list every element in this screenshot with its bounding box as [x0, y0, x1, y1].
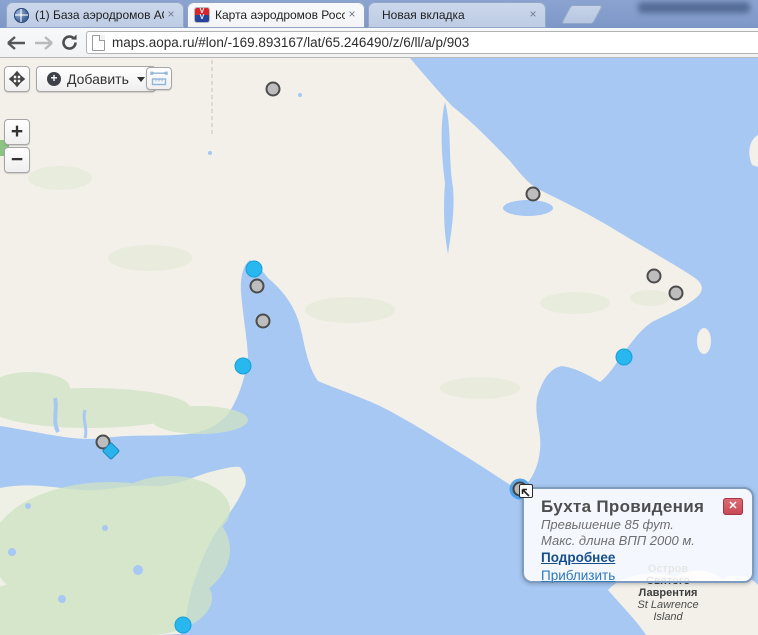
back-button[interactable] [4, 31, 30, 55]
small-island [697, 328, 711, 354]
map-marker-gray[interactable] [647, 269, 662, 284]
globe-favicon-icon [14, 8, 29, 23]
popup-title: Бухта Провидения [541, 497, 740, 517]
map-marker-gray[interactable] [250, 279, 265, 294]
tab-label: Новая вкладка [382, 8, 526, 22]
aopa-shield-favicon-icon: V V [195, 8, 209, 22]
map-marker-gray[interactable] [256, 314, 271, 329]
tab-close-icon[interactable]: × [164, 8, 178, 22]
ruler-icon [150, 71, 168, 86]
plus-circle-icon: + [47, 72, 61, 86]
map-marker-blue[interactable] [175, 617, 192, 634]
browser-window: (1) База аэродромов АОП × V V Карта аэро… [0, 0, 758, 635]
refresh-button[interactable] [56, 31, 82, 55]
map-viewport[interactable]: Остров Святого Лаврентия St Lawrence Isl… [0, 58, 758, 635]
navigation-toolbar: maps.aopa.ru/#lon/-169.893167/lat/65.246… [0, 28, 758, 58]
pan-button[interactable] [4, 66, 30, 92]
lagoon [503, 200, 553, 216]
tab-bar: (1) База аэродромов АОП × V V Карта аэро… [0, 0, 758, 28]
zoom-to-link[interactable]: Приблизить [541, 568, 615, 584]
airfield-info-popup: ✕ Бухта Провидения Превышение 85 фут. Ма… [522, 487, 754, 583]
map-marker-gray[interactable] [266, 82, 281, 97]
map-marker-blue[interactable] [235, 358, 252, 375]
tab-airfield-map-active[interactable]: V V Карта аэродромов Росси × [187, 2, 365, 28]
page-icon [92, 35, 105, 51]
popup-runway: Макс. длина ВПП 2000 м. [541, 533, 740, 549]
titlebar-smudge [638, 2, 750, 13]
tab-airfield-database[interactable]: (1) База аэродромов АОП × [6, 2, 184, 28]
popup-elevation: Превышение 85 фут. [541, 517, 740, 533]
tab-label: (1) База аэродромов АОП [35, 8, 164, 22]
map-marker-blue[interactable] [246, 261, 263, 278]
add-button-label: Добавить [67, 71, 129, 87]
river [84, 410, 86, 438]
details-link[interactable]: Подробнее [541, 549, 615, 566]
move-arrows-icon [8, 70, 26, 88]
tab-new-tab[interactable]: Новая вкладка × [368, 2, 546, 28]
zoom-in-button[interactable]: + [4, 119, 30, 145]
chevron-down-icon [137, 77, 145, 82]
map-marker-gray[interactable] [669, 286, 684, 301]
tab-close-icon[interactable]: × [345, 8, 359, 22]
url-text[interactable]: maps.aopa.ru/#lon/-169.893167/lat/65.246… [112, 35, 469, 50]
popup-close-button[interactable]: ✕ [723, 498, 743, 515]
forward-button[interactable] [30, 31, 56, 55]
map-marker-gray[interactable] [526, 187, 541, 202]
measure-distance-button[interactable] [146, 67, 172, 90]
address-bar[interactable]: maps.aopa.ru/#lon/-169.893167/lat/65.246… [86, 31, 758, 54]
zoom-out-button[interactable]: − [4, 147, 30, 173]
add-button[interactable]: + Добавить [36, 66, 156, 92]
map-marker-blue[interactable] [616, 349, 633, 366]
mouse-cursor-icon [519, 484, 533, 498]
new-tab-button[interactable] [561, 5, 603, 24]
tab-close-icon[interactable]: × [526, 8, 540, 22]
tab-label: Карта аэродромов Росси [215, 8, 345, 22]
